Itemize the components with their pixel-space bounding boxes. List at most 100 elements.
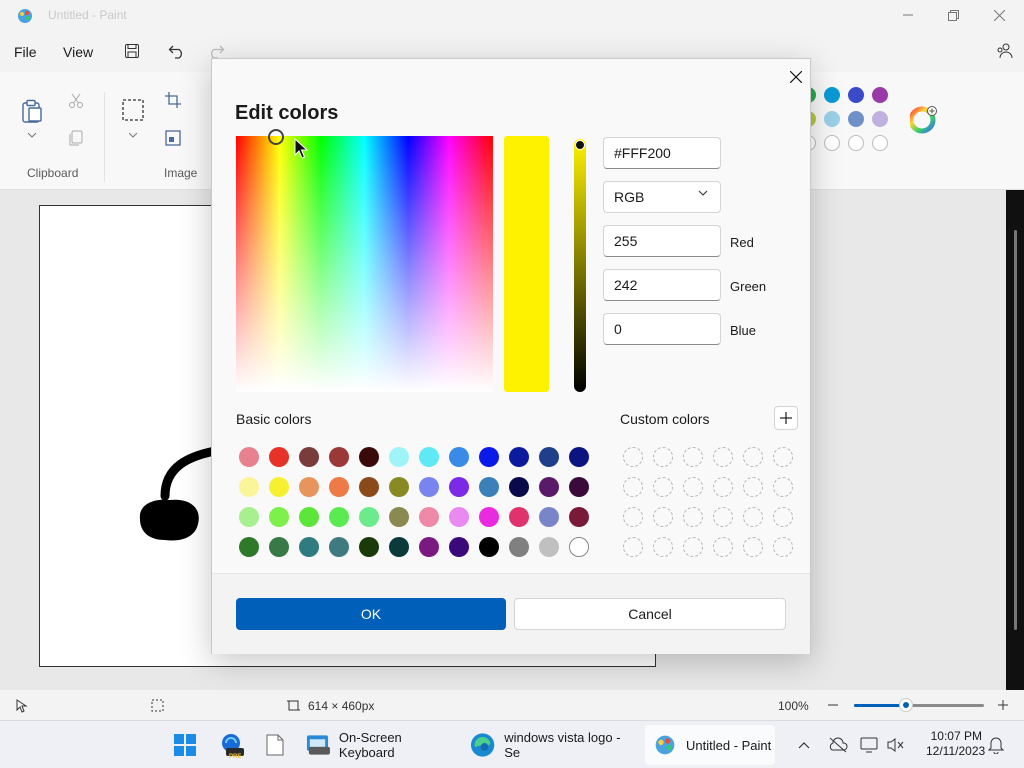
tray-volume[interactable]: [886, 721, 906, 768]
crop-button[interactable]: [163, 90, 183, 110]
basic-color-swatch[interactable]: [419, 537, 439, 557]
custom-color-slot[interactable]: [743, 477, 763, 497]
basic-color-swatch[interactable]: [299, 477, 319, 497]
tray-network[interactable]: [828, 721, 848, 768]
basic-color-swatch[interactable]: [389, 507, 409, 527]
custom-color-slot[interactable]: [743, 507, 763, 527]
brightness-slider[interactable]: [574, 139, 586, 392]
blue-input[interactable]: 0: [603, 313, 721, 345]
custom-color-slot[interactable]: [743, 537, 763, 557]
account-button[interactable]: [993, 40, 1015, 62]
basic-color-swatch[interactable]: [449, 447, 469, 467]
scrollbar-thumb[interactable]: [1014, 230, 1017, 630]
scrollbar-track[interactable]: [1006, 190, 1024, 690]
basic-color-swatch[interactable]: [239, 447, 259, 467]
basic-color-swatch[interactable]: [509, 447, 529, 467]
zoom-slider-thumb[interactable]: [899, 698, 913, 712]
basic-color-swatch[interactable]: [539, 477, 559, 497]
custom-color-slot[interactable]: [653, 477, 673, 497]
palette-color[interactable]: [824, 87, 840, 103]
basic-color-swatch[interactable]: [509, 477, 529, 497]
basic-color-swatch[interactable]: [539, 447, 559, 467]
custom-color-slot[interactable]: [743, 447, 763, 467]
taskbar-file[interactable]: [266, 721, 288, 768]
custom-color-slot[interactable]: [713, 537, 733, 557]
custom-color-slot[interactable]: [773, 507, 793, 527]
add-custom-color-button[interactable]: [774, 406, 798, 430]
custom-color-slot[interactable]: [713, 507, 733, 527]
zoom-slider[interactable]: [854, 698, 984, 712]
basic-color-swatch[interactable]: [419, 447, 439, 467]
start-button[interactable]: [174, 721, 200, 768]
cut-button[interactable]: [66, 92, 86, 110]
taskbar-app-store[interactable]: PRE: [220, 721, 246, 768]
taskbar-on-screen-keyboard[interactable]: On-Screen Keyboard: [306, 721, 456, 768]
basic-color-swatch[interactable]: [239, 477, 259, 497]
basic-color-swatch[interactable]: [359, 447, 379, 467]
basic-color-swatch[interactable]: [539, 507, 559, 527]
tray-clock[interactable]: 10:07 PM 12/11/2023: [926, 729, 985, 759]
basic-color-swatch[interactable]: [329, 447, 349, 467]
custom-color-slot[interactable]: [713, 477, 733, 497]
basic-color-swatch[interactable]: [299, 537, 319, 557]
menu-file[interactable]: File: [14, 44, 37, 60]
basic-color-swatch[interactable]: [479, 507, 499, 527]
custom-color-slot[interactable]: [653, 447, 673, 467]
save-button[interactable]: [121, 40, 143, 62]
palette-color[interactable]: [848, 111, 864, 127]
copy-button[interactable]: [66, 128, 86, 148]
dialog-close-button[interactable]: [784, 65, 808, 89]
select-button[interactable]: [121, 98, 145, 122]
undo-button[interactable]: [166, 40, 188, 62]
basic-color-swatch[interactable]: [329, 477, 349, 497]
basic-color-swatch[interactable]: [299, 507, 319, 527]
basic-color-swatch[interactable]: [479, 447, 499, 467]
custom-color-slot[interactable]: [713, 447, 733, 467]
custom-color-slot[interactable]: [623, 477, 643, 497]
basic-color-swatch[interactable]: [569, 507, 589, 527]
palette-color[interactable]: [872, 87, 888, 103]
color-spectrum[interactable]: [236, 136, 493, 392]
palette-color[interactable]: [848, 87, 864, 103]
basic-color-swatch[interactable]: [359, 477, 379, 497]
palette-color-empty[interactable]: [824, 135, 840, 151]
tray-display[interactable]: [860, 721, 880, 768]
basic-color-swatch[interactable]: [239, 507, 259, 527]
basic-color-swatch[interactable]: [329, 507, 349, 527]
basic-color-swatch[interactable]: [269, 477, 289, 497]
hex-input[interactable]: #FFF200: [603, 137, 721, 169]
custom-color-slot[interactable]: [683, 477, 703, 497]
custom-color-slot[interactable]: [683, 537, 703, 557]
basic-color-swatch[interactable]: [449, 537, 469, 557]
notifications-button[interactable]: [988, 721, 1006, 768]
custom-color-slot[interactable]: [773, 537, 793, 557]
basic-color-swatch[interactable]: [449, 507, 469, 527]
custom-color-slot[interactable]: [623, 447, 643, 467]
custom-color-slot[interactable]: [683, 447, 703, 467]
show-hidden-icons-button[interactable]: [798, 721, 814, 768]
basic-color-swatch[interactable]: [479, 477, 499, 497]
edit-colors-button[interactable]: [910, 106, 938, 134]
basic-color-swatch[interactable]: [509, 537, 529, 557]
minimize-button[interactable]: [891, 4, 925, 26]
basic-color-swatch[interactable]: [569, 447, 589, 467]
cancel-button[interactable]: Cancel: [514, 598, 786, 630]
basic-color-swatch[interactable]: [359, 507, 379, 527]
basic-color-swatch[interactable]: [239, 537, 259, 557]
ok-button[interactable]: OK: [236, 598, 506, 630]
palette-color-empty[interactable]: [848, 135, 864, 151]
basic-color-swatch[interactable]: [419, 507, 439, 527]
basic-color-swatch[interactable]: [389, 537, 409, 557]
basic-color-swatch[interactable]: [569, 477, 589, 497]
close-button[interactable]: [982, 4, 1016, 26]
custom-color-slot[interactable]: [623, 507, 643, 527]
basic-color-swatch[interactable]: [269, 507, 289, 527]
basic-color-swatch[interactable]: [539, 537, 559, 557]
paste-button[interactable]: [20, 98, 44, 124]
basic-color-swatch[interactable]: [269, 537, 289, 557]
basic-color-swatch[interactable]: [389, 447, 409, 467]
custom-color-slot[interactable]: [683, 507, 703, 527]
resize-button[interactable]: [163, 128, 183, 148]
basic-color-swatch[interactable]: [359, 537, 379, 557]
custom-color-slot[interactable]: [653, 537, 673, 557]
